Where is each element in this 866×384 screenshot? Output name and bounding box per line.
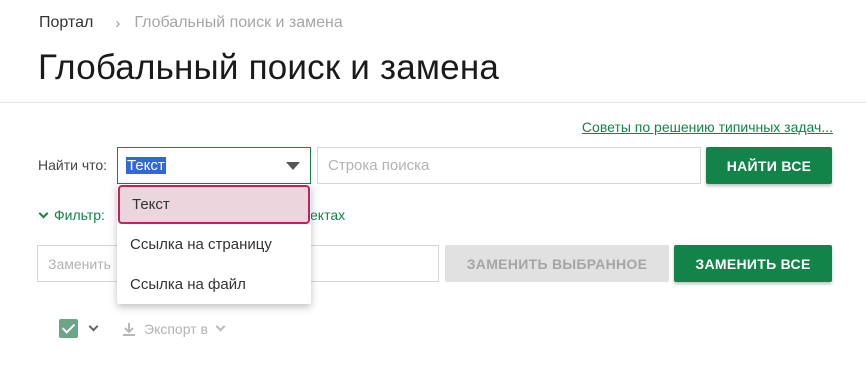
search-type-value: Текст: [126, 157, 166, 174]
page-title: Глобальный поиск и замена: [38, 48, 500, 87]
filter-toggle[interactable]: Фильтр:: [38, 207, 105, 223]
replace-selected-button[interactable]: ЗАМЕНИТЬ ВЫБРАННОЕ: [445, 245, 669, 282]
select-all-checkbox[interactable]: [59, 319, 78, 338]
find-all-button[interactable]: НАЙТИ ВСЕ: [706, 147, 832, 184]
filter-label: Фильтр:: [54, 207, 105, 223]
search-input[interactable]: [317, 147, 701, 184]
header-divider: [0, 102, 866, 103]
caret-down-icon: [286, 162, 300, 170]
chevron-down-icon: [215, 321, 226, 332]
results-toolbar: Экспорт в: [59, 319, 226, 338]
search-type-dropdown: Текст Ссылка на страницу Ссылка на файл: [117, 184, 311, 304]
replace-all-button[interactable]: ЗАМЕНИТЬ ВСЕ: [674, 245, 832, 282]
breadcrumb-current: Глобальный поиск и замена: [134, 14, 343, 31]
breadcrumb-portal-link[interactable]: Портал: [39, 14, 93, 32]
chevron-right-icon: ›: [115, 14, 121, 32]
filter-text-partial: ектах: [310, 207, 346, 223]
export-button[interactable]: Экспорт в: [122, 320, 226, 337]
dropdown-option-page-link[interactable]: Ссылка на страницу: [117, 224, 311, 264]
chevron-down-icon: [38, 208, 49, 218]
search-type-select[interactable]: Текст: [117, 147, 311, 184]
breadcrumb: Портал › Глобальный поиск и замена: [39, 14, 343, 32]
export-label: Экспорт в: [144, 320, 208, 337]
tips-link[interactable]: Советы по решению типичных задач...: [582, 119, 833, 135]
chevron-down-icon[interactable]: [88, 321, 99, 332]
find-label: Найти что:: [38, 157, 108, 173]
dropdown-option-text[interactable]: Текст: [118, 185, 310, 224]
dropdown-option-file-link[interactable]: Ссылка на файл: [117, 264, 311, 304]
download-icon: [123, 322, 135, 336]
